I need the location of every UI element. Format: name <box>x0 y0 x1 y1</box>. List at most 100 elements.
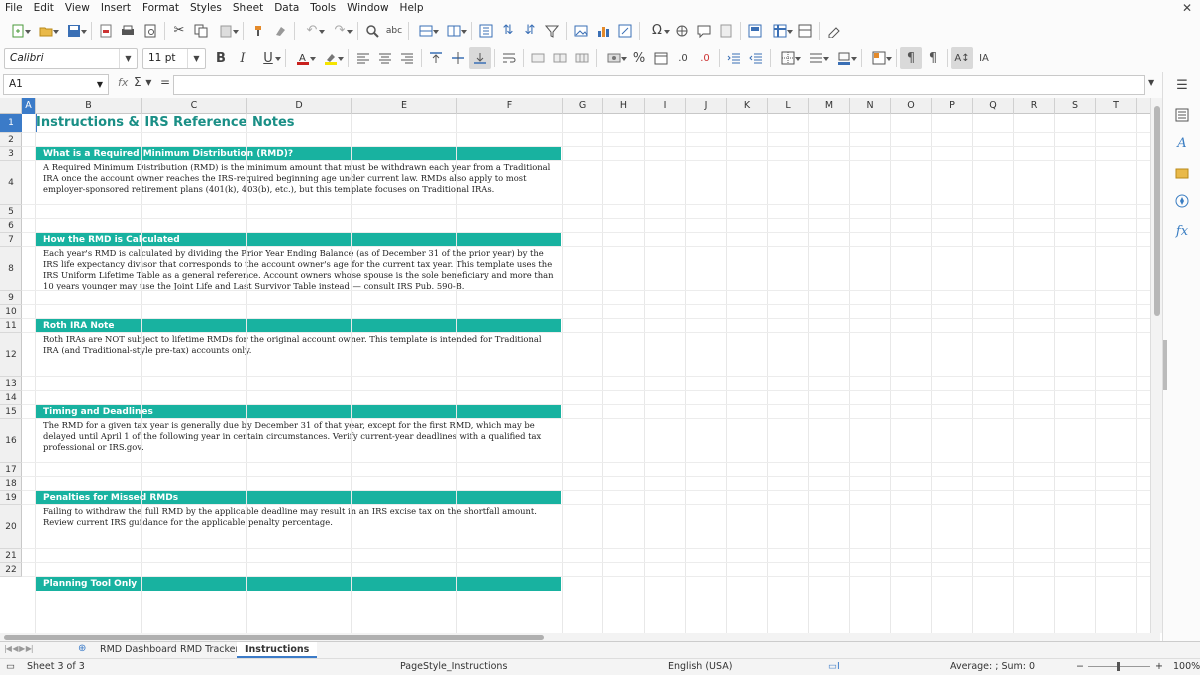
navigator-icon[interactable] <box>1173 192 1191 210</box>
column-header-e[interactable]: E <box>352 98 457 114</box>
column-header-c[interactable]: C <box>142 98 247 114</box>
conditional-format-icon[interactable] <box>865 47 893 69</box>
menu-data[interactable]: Data <box>269 0 305 17</box>
scroll-thumb[interactable] <box>1154 106 1160 316</box>
undo-icon[interactable]: ↶ <box>298 20 326 42</box>
print-icon[interactable] <box>117 20 139 42</box>
column-header-r[interactable]: R <box>1014 98 1055 114</box>
sort-icon[interactable] <box>475 20 497 42</box>
row-header-22[interactable]: 22 <box>0 563 22 577</box>
italic-icon[interactable]: I <box>232 47 254 69</box>
clone-formatting-icon[interactable] <box>247 20 269 42</box>
font-name-box[interactable]: Calibri ▼ <box>4 47 138 69</box>
spelling-icon[interactable]: abc <box>383 20 405 42</box>
row-header-16[interactable]: 16 <box>0 419 22 463</box>
bold-icon[interactable]: B <box>210 47 232 69</box>
underline-icon[interactable]: U <box>254 47 282 69</box>
align-top-icon[interactable] <box>425 47 447 69</box>
cut-icon[interactable]: ✂ <box>168 20 190 42</box>
align-left-icon[interactable] <box>352 47 374 69</box>
row-header-19[interactable]: 19 <box>0 491 22 505</box>
menu-window[interactable]: Window <box>342 0 394 17</box>
menu-edit[interactable]: Edit <box>29 0 60 17</box>
tab-rmd-dashboard[interactable]: RMD Dashboard <box>92 642 185 658</box>
page-style[interactable]: PageStyle_Instructions <box>400 661 507 672</box>
doc-modified-icon[interactable]: ▭ <box>6 661 15 672</box>
insert-image-icon[interactable] <box>570 20 592 42</box>
chevron-down-icon[interactable]: ▼ <box>119 48 137 68</box>
special-character-icon[interactable]: Ω <box>643 20 671 42</box>
menu-sheet[interactable]: Sheet <box>228 0 269 17</box>
text-direction-rtl-icon[interactable]: ¶ <box>922 47 944 69</box>
cell-area[interactable]: Instructions & IRS Reference Notes What … <box>22 114 1150 633</box>
split-window-icon[interactable] <box>794 20 816 42</box>
properties-icon[interactable] <box>1173 106 1191 124</box>
column-header-p[interactable]: P <box>932 98 973 114</box>
menu-insert[interactable]: Insert <box>96 0 137 17</box>
zoom-in-icon[interactable]: + <box>1155 661 1163 672</box>
merge-cells-icon[interactable] <box>549 47 571 69</box>
wrap-text-icon[interactable] <box>498 47 520 69</box>
tab-instructions[interactable]: Instructions <box>237 642 318 658</box>
redo-icon[interactable]: ↷ <box>326 20 354 42</box>
row-header-7[interactable]: 7 <box>0 233 22 247</box>
menu-tools[interactable]: Tools <box>305 0 342 17</box>
row-header-13[interactable]: 13 <box>0 377 22 391</box>
column-header-k[interactable]: K <box>727 98 768 114</box>
column-header-q[interactable]: Q <box>973 98 1014 114</box>
row-header-9[interactable]: 9 <box>0 291 22 305</box>
row-header-15[interactable]: 15 <box>0 405 22 419</box>
close-document-icon[interactable]: ✕ <box>1182 0 1192 17</box>
sort-descending-icon[interactable]: ⇵ <box>519 20 541 42</box>
horizontal-scrollbar[interactable] <box>0 633 1160 641</box>
zoom-out-icon[interactable]: − <box>1076 661 1084 672</box>
sidebar-menu-icon[interactable]: ☰ <box>1173 76 1191 94</box>
define-print-area-icon[interactable] <box>744 20 766 42</box>
row-header-18[interactable]: 18 <box>0 477 22 491</box>
unmerge-cells-icon[interactable] <box>571 47 593 69</box>
autofilter-icon[interactable] <box>541 20 563 42</box>
text-vertical-icon[interactable]: A↕ <box>951 47 973 69</box>
chevron-down-icon[interactable]: ▼ <box>92 75 108 94</box>
row-header-1[interactable]: 1 <box>0 114 22 133</box>
function-wizard-icon[interactable]: fx <box>118 76 128 89</box>
column-header-n[interactable]: N <box>850 98 891 114</box>
row-header-14[interactable]: 14 <box>0 391 22 405</box>
export-pdf-icon[interactable] <box>95 20 117 42</box>
menu-styles[interactable]: Styles <box>185 0 228 17</box>
date-format-icon[interactable] <box>650 47 672 69</box>
column-header-b[interactable]: B <box>36 98 142 114</box>
scroll-thumb[interactable] <box>4 635 544 640</box>
freeze-rows-columns-icon[interactable] <box>766 20 794 42</box>
percent-format-icon[interactable]: % <box>628 47 650 69</box>
name-box[interactable]: A1 ▼ <box>3 74 109 95</box>
borders-icon[interactable] <box>774 47 802 69</box>
clear-formatting-icon[interactable] <box>269 20 291 42</box>
row-icon[interactable] <box>412 20 440 42</box>
language[interactable]: English (USA) <box>668 661 732 672</box>
chevron-down-icon[interactable]: ▼ <box>187 48 205 68</box>
column-icon[interactable] <box>440 20 468 42</box>
currency-format-icon[interactable] <box>600 47 628 69</box>
tab-navigation-icon[interactable]: |◀ ◀ ▶ ▶| <box>4 644 66 656</box>
hyperlink-icon[interactable] <box>671 20 693 42</box>
sort-ascending-icon[interactable]: ⇅ <box>497 20 519 42</box>
pivot-table-icon[interactable] <box>614 20 636 42</box>
column-header-f[interactable]: F <box>457 98 563 114</box>
headers-footers-icon[interactable] <box>715 20 737 42</box>
paste-icon[interactable] <box>212 20 240 42</box>
column-header-t[interactable]: T <box>1096 98 1137 114</box>
row-header-8[interactable]: 8 <box>0 247 22 291</box>
menu-format[interactable]: Format <box>137 0 185 17</box>
sum-icon[interactable]: Σ ▾ <box>134 75 151 89</box>
decrease-indent-icon[interactable] <box>745 47 767 69</box>
row-header-3[interactable]: 3 <box>0 147 22 161</box>
open-folder-icon[interactable] <box>32 20 60 42</box>
row-header-4[interactable]: 4 <box>0 161 22 205</box>
zoom-slider-thumb[interactable] <box>1117 662 1120 671</box>
functions-icon[interactable]: fx <box>1173 222 1191 240</box>
add-decimal-icon[interactable]: .0 <box>672 47 694 69</box>
column-header-m[interactable]: M <box>809 98 850 114</box>
align-bottom-icon[interactable] <box>469 47 491 69</box>
border-style-icon[interactable] <box>802 47 830 69</box>
